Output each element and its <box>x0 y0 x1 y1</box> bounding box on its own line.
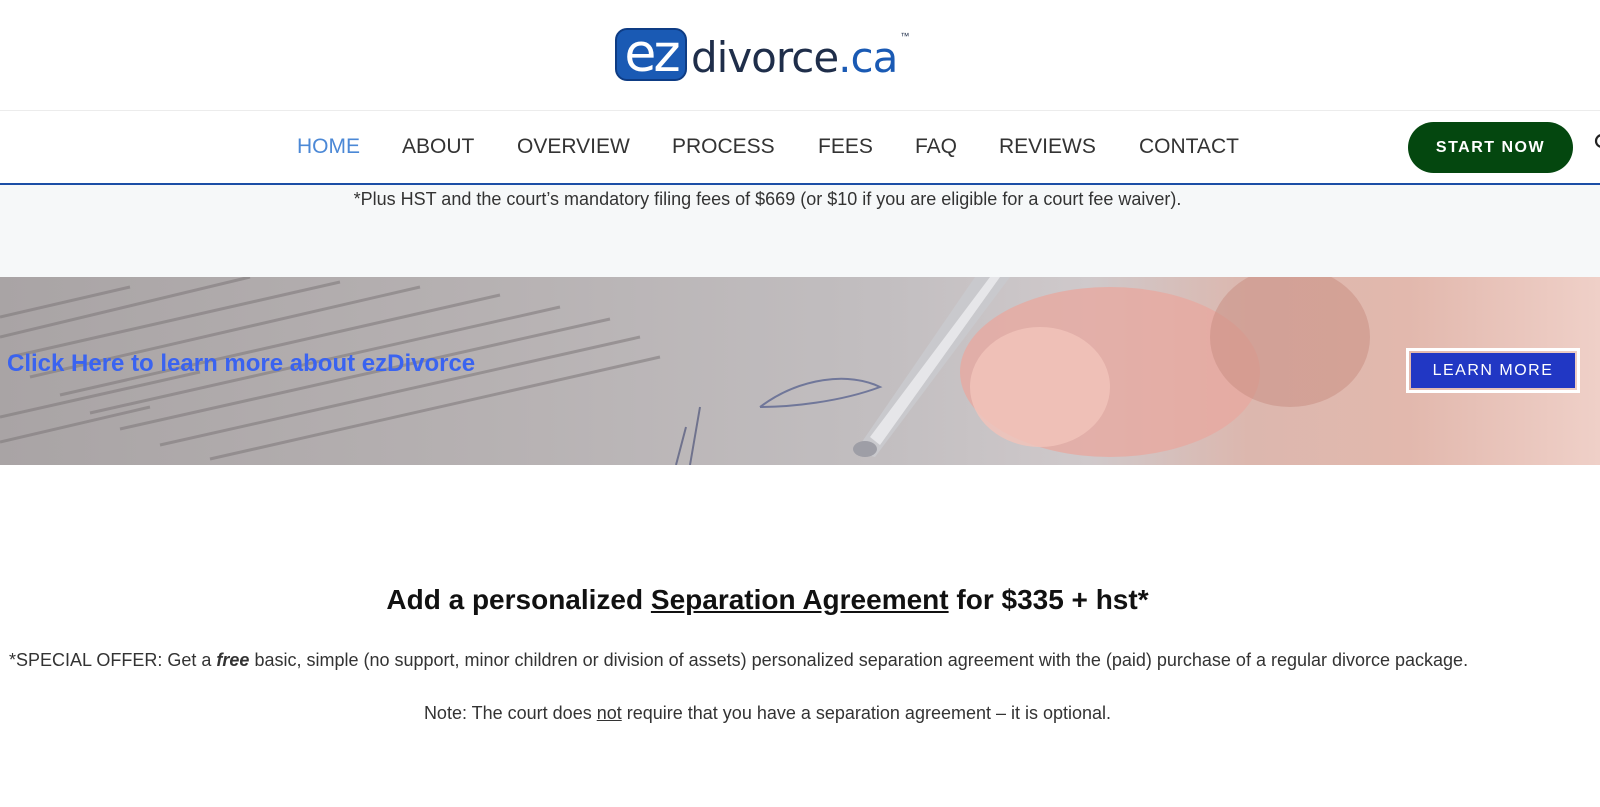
heading-price: for $335 + hst* <box>948 584 1149 615</box>
heading-prefix: Add a personalized <box>386 584 651 615</box>
learn-more-label: LEARN MORE <box>1411 353 1575 388</box>
nav-contact[interactable]: CONTACT <box>1139 135 1239 159</box>
nav-process[interactable]: PROCESS <box>672 135 775 159</box>
logo-ez-mark: ez <box>615 28 687 81</box>
special-offer-body: basic, simple (no support, minor childre… <box>249 650 1469 670</box>
fee-note-text: *Plus HST and the court’s mandatory fili… <box>353 189 1182 209</box>
special-offer-prefix: *SPECIAL OFFER: Get a <box>9 650 217 670</box>
special-offer-free: free <box>216 650 250 670</box>
optional-note: Note: The court does not require that yo… <box>0 703 1535 724</box>
start-now-button[interactable]: START NOW <box>1408 122 1573 173</box>
separation-agreement-link[interactable]: Separation Agreement <box>651 584 949 615</box>
note-prefix: Note: The court does <box>423 703 597 723</box>
learn-more-link[interactable]: Click Here to learn more about ezDivorce <box>7 350 475 378</box>
fee-note-section: *Plus HST and the court’s mandatory fili… <box>0 185 1600 277</box>
site-logo[interactable]: ez divorce.ca ™ <box>615 25 909 82</box>
nav-faq[interactable]: FAQ <box>915 135 957 159</box>
special-offer-text: *SPECIAL OFFER: Get a free basic, simple… <box>9 650 1468 671</box>
note-body: require that you have a separation agree… <box>621 703 1112 723</box>
main-nav: HOME ABOUT OVERVIEW PROCESS FEES FAQ REV… <box>0 111 1600 185</box>
logo-ca-text: .ca <box>838 33 898 82</box>
logo-wordmark: divorce.ca <box>691 33 898 82</box>
nav-home[interactable]: HOME <box>297 135 360 159</box>
logo-divorce-text: divorce <box>691 33 839 82</box>
nav-reviews[interactable]: REVIEWS <box>999 135 1096 159</box>
search-icon[interactable] <box>1594 133 1600 153</box>
separation-agreement-heading: Add a personalized Separation Agreement … <box>0 584 1535 616</box>
nav-overview[interactable]: OVERVIEW <box>517 135 630 159</box>
nav-fees[interactable]: FEES <box>818 135 873 159</box>
nav-about[interactable]: ABOUT <box>402 135 474 159</box>
note-not: not <box>596 703 622 723</box>
promo-banner: Click Here to learn more about ezDivorce… <box>0 277 1600 465</box>
site-header: ez divorce.ca ™ <box>0 0 1600 111</box>
logo-trademark: ™ <box>900 31 910 41</box>
learn-more-button[interactable]: LEARN MORE <box>1406 348 1580 393</box>
